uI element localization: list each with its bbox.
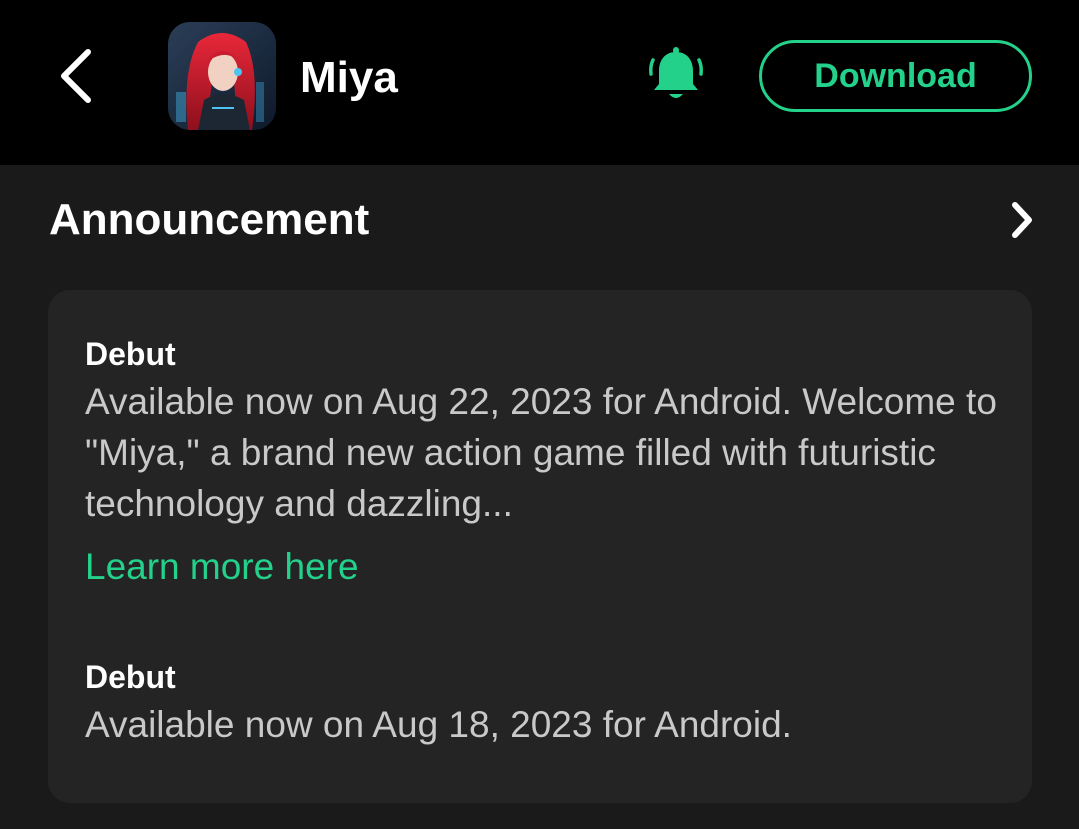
learn-more-link[interactable]: Learn more here <box>85 541 359 592</box>
download-button[interactable]: Download <box>759 40 1032 112</box>
back-button[interactable] <box>44 40 108 112</box>
bell-ringing-icon <box>649 47 703 98</box>
chevron-right-icon <box>1012 202 1032 238</box>
announcement-item: Debut Available now on Aug 22, 2023 for … <box>85 334 1005 592</box>
chevron-left-icon <box>61 49 91 103</box>
section-title: Announcement <box>49 195 370 244</box>
announcement-item: Debut Available now on Aug 18, 2023 for … <box>85 657 1005 750</box>
announcement-item-title: Debut <box>85 336 176 372</box>
announcement-item-body: Available now on Aug 18, 2023 for Androi… <box>85 704 792 745</box>
notification-bell-button[interactable] <box>640 40 712 112</box>
announcement-card: Debut Available now on Aug 22, 2023 for … <box>48 290 1032 803</box>
announcement-item-title: Debut <box>85 659 176 695</box>
app-name: Miya <box>300 53 398 102</box>
announcement-item-body: Available now on Aug 22, 2023 for Androi… <box>85 381 997 524</box>
app-icon <box>168 22 276 130</box>
announcement-more-button[interactable] <box>1000 192 1044 248</box>
top-bar: Miya Download <box>0 0 1079 165</box>
